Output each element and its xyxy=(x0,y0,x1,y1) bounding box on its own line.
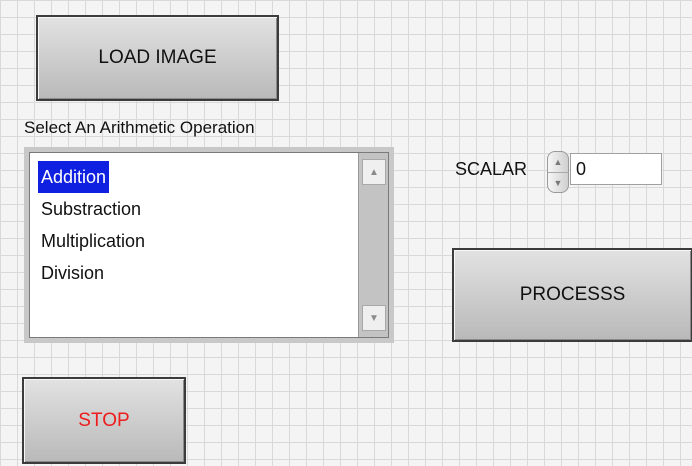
scalar-input[interactable]: 0 xyxy=(570,153,662,185)
stop-button-label: STOP xyxy=(78,409,130,431)
listbox-scrollbar[interactable]: ▲ ▼ xyxy=(358,153,388,337)
operation-listbox-frame: Addition Substraction Multiplication Div… xyxy=(24,147,394,343)
process-button-label: PROCESSS xyxy=(519,284,626,305)
list-item-multiplication[interactable]: Multiplication xyxy=(38,225,148,257)
increment-arrow-icon[interactable]: ▲ xyxy=(548,152,568,173)
list-item-substraction[interactable]: Substraction xyxy=(38,193,144,225)
load-image-button-label: LOAD IMAGE xyxy=(98,47,217,68)
operation-listbox[interactable]: Addition Substraction Multiplication Div… xyxy=(29,152,389,338)
scalar-label: SCALAR xyxy=(455,159,528,179)
operation-label: Select An Arithmetic Operation xyxy=(24,118,255,137)
list-item-addition[interactable]: Addition xyxy=(38,161,110,193)
list-item-division[interactable]: Division xyxy=(38,257,107,289)
scalar-spinner[interactable]: ▲ ▼ xyxy=(547,151,569,193)
decrement-arrow-icon[interactable]: ▼ xyxy=(548,173,568,193)
process-button[interactable]: PROCESSS xyxy=(452,248,692,342)
scroll-down-icon[interactable]: ▼ xyxy=(362,305,386,331)
load-image-button[interactable]: LOAD IMAGE xyxy=(36,15,279,101)
scroll-up-icon[interactable]: ▲ xyxy=(362,159,386,185)
stop-button[interactable]: STOP xyxy=(22,377,186,464)
